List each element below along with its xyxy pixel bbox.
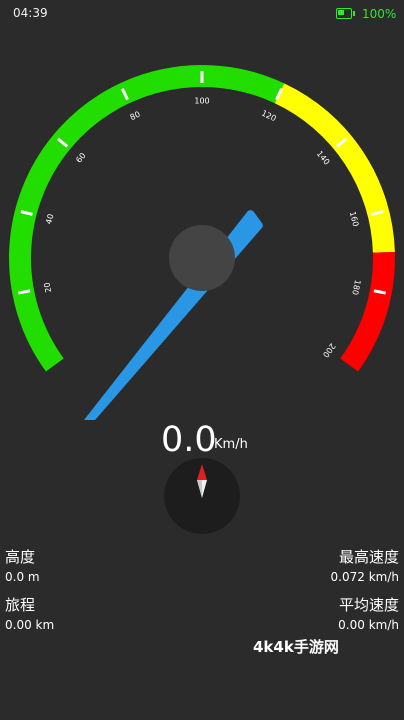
gauge-tick-label: 80 xyxy=(129,110,142,122)
compass-needle-icon xyxy=(197,464,207,498)
gauge-tick-label: 20 xyxy=(42,282,53,294)
trip-value: 0.00 km xyxy=(5,618,55,632)
gauge-tick-label: 140 xyxy=(315,149,332,167)
avg-speed-label: 平均速度 xyxy=(338,596,399,614)
trip-label: 旅程 xyxy=(5,596,36,614)
speed-readout: 0.0 Km/h xyxy=(0,420,404,460)
altitude-value: 0.0 m xyxy=(5,570,40,584)
gauge-tick-label: 100 xyxy=(194,97,209,106)
battery-level: 100% xyxy=(362,7,397,21)
speedometer-gauge: 20 40 60 80 100 120 140 160 180 200 xyxy=(9,64,395,420)
speed-unit: Km/h xyxy=(214,437,248,452)
status-time: 04:39 xyxy=(13,6,48,20)
altitude-label: 高度 xyxy=(5,548,36,566)
watermark: 4k4k手游网 xyxy=(253,638,339,656)
current-speed: 0.0 xyxy=(161,420,217,460)
compass xyxy=(164,458,240,534)
gauge-arc-yellow xyxy=(274,83,395,253)
max-speed-label: 最高速度 xyxy=(338,548,399,566)
gauge-tick-label: 40 xyxy=(44,213,55,225)
gauge-tick-label: 120 xyxy=(260,109,278,124)
needle-hub xyxy=(169,225,235,291)
gauge-arc-red xyxy=(340,251,395,372)
avg-speed-value: 0.00 km/h xyxy=(338,618,399,632)
gauge-tick-label: 160 xyxy=(348,210,361,227)
gauge-tick-label: 180 xyxy=(350,279,362,296)
status-bar: 04:39 100% xyxy=(0,0,404,28)
gauge-tick-label: 60 xyxy=(74,151,87,165)
battery-icon xyxy=(336,8,355,19)
max-speed-value: 0.072 km/h xyxy=(330,570,399,584)
gauge-tick-label: 200 xyxy=(321,341,337,359)
